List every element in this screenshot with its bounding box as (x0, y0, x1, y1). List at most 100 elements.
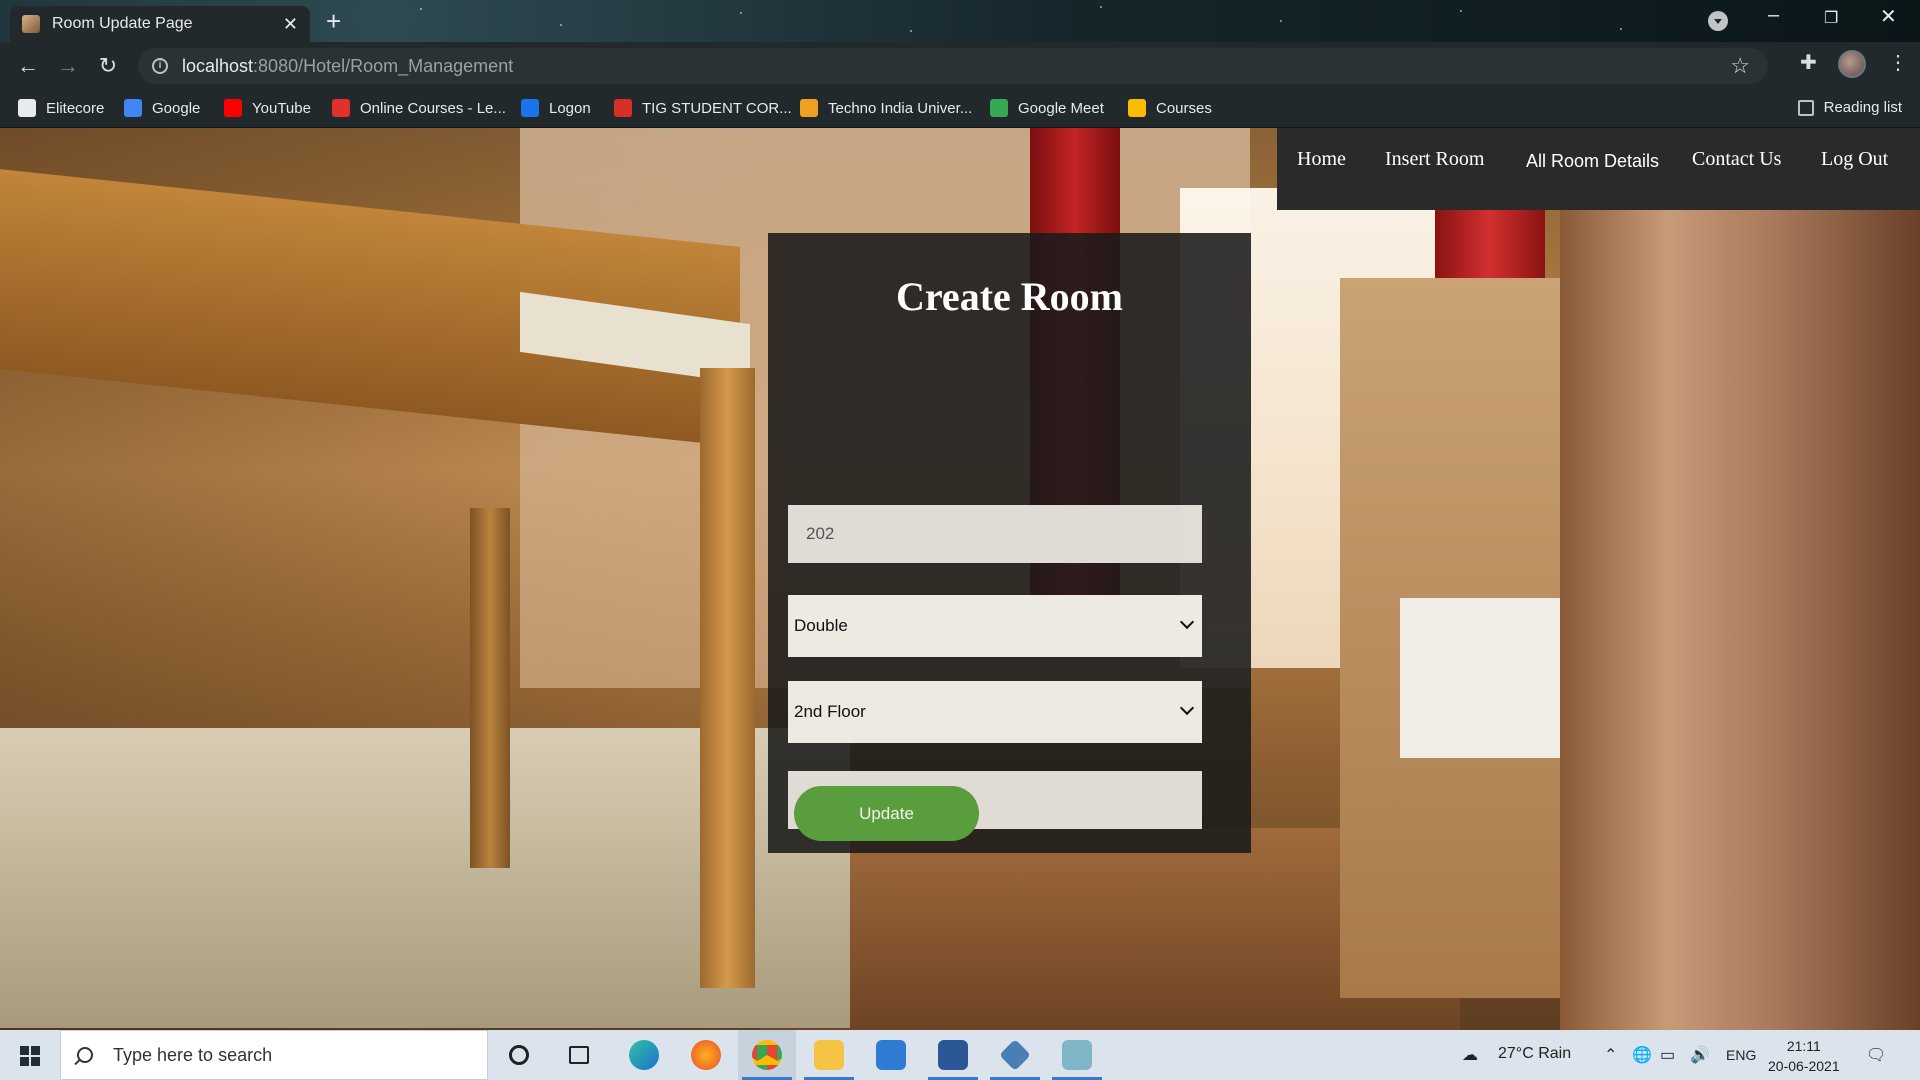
language-indicator[interactable]: ENG (1726, 1047, 1756, 1063)
extensions-puzzle-icon[interactable]: ✚ (1800, 50, 1817, 75)
background-photo-post (700, 368, 755, 988)
weather-text[interactable]: 27°C Rain (1498, 1045, 1571, 1063)
battery-icon[interactable]: ▭ (1660, 1045, 1675, 1065)
browser-tab[interactable]: Room Update Page ✕ (10, 6, 310, 42)
room-type-select[interactable]: Double (788, 595, 1202, 657)
udemy-icon (332, 99, 350, 117)
update-button[interactable]: Update (794, 786, 979, 841)
bookmark-item[interactable]: TIG STUDENT COR... (614, 99, 792, 117)
bookmark-item[interactable]: Online Courses - Le... (332, 99, 506, 117)
firefox-icon[interactable] (677, 1030, 735, 1080)
bookmark-label: YouTube (252, 99, 311, 117)
network-icon[interactable]: 🌐 (1632, 1045, 1652, 1065)
restore-icon[interactable]: ❐ (1824, 8, 1838, 28)
nav-contact-us[interactable]: Contact Us (1692, 148, 1781, 171)
youtube-icon (224, 99, 242, 117)
nav-all-room-details[interactable]: All Room Details (1526, 151, 1659, 172)
floor-select[interactable]: 2nd Floor (788, 681, 1202, 743)
nav-insert-room[interactable]: Insert Room (1385, 148, 1484, 171)
background-photo-post (470, 508, 510, 868)
search-icon (77, 1047, 93, 1063)
show-hidden-icons-icon[interactable]: ⌃ (1604, 1045, 1617, 1065)
browser-tab-strip: Room Update Page ✕ + – ❐ ✕ (0, 0, 1920, 42)
mail-icon[interactable] (862, 1030, 920, 1080)
reading-list-icon (1797, 99, 1814, 116)
weather-icon[interactable]: ☁ (1462, 1045, 1478, 1065)
bookmark-item[interactable]: Google Meet (990, 99, 1104, 117)
file-explorer-icon[interactable] (800, 1030, 858, 1080)
minimize-icon[interactable]: – (1768, 4, 1779, 27)
bookmark-label: Google (152, 99, 201, 117)
bookmark-label: Courses (1156, 99, 1212, 117)
forward-arrow-icon[interactable]: → (48, 53, 88, 79)
tig-icon (614, 99, 632, 117)
back-arrow-icon[interactable]: ← (8, 53, 48, 79)
nav-home[interactable]: Home (1297, 148, 1346, 171)
task-view-icon[interactable] (550, 1030, 608, 1080)
background-star (1460, 10, 1462, 12)
tab-search-icon[interactable] (1708, 11, 1728, 31)
university-icon (800, 99, 818, 117)
background-star (560, 24, 562, 26)
chevron-down-icon (1179, 700, 1195, 716)
edge-icon[interactable] (615, 1030, 673, 1080)
reload-icon[interactable]: ↻ (88, 53, 128, 79)
clock-date: 20-06-2021 (1768, 1058, 1840, 1074)
chrome-icon[interactable] (738, 1030, 796, 1080)
tab-title: Room Update Page (52, 15, 193, 32)
bookmark-label: Online Courses - Le... (360, 99, 506, 117)
nav-log-out[interactable]: Log Out (1821, 148, 1888, 171)
background-star (1100, 6, 1102, 8)
google-meet-icon (990, 99, 1008, 117)
bookmarks-bar: Elitecore Google YouTube Online Courses … (0, 90, 1920, 128)
bookmark-item[interactable]: Techno India Univer... (800, 99, 972, 117)
browser-toolbar: ← → ↻ i localhost:8080/Hotel/Room_Manage… (0, 42, 1920, 90)
url-path: :8080/Hotel/Room_Management (253, 55, 514, 76)
background-star (740, 12, 742, 14)
reading-list[interactable]: Reading list (1797, 99, 1902, 116)
volume-icon[interactable]: 🔊 (1690, 1045, 1710, 1065)
bookmark-item[interactable]: Logon (521, 99, 591, 117)
bookmark-label: Elitecore (46, 99, 105, 117)
windows-start-icon[interactable] (20, 1046, 40, 1066)
taskbar-search[interactable]: Type here to search (60, 1030, 488, 1080)
background-photo-wardrobe (1560, 188, 1920, 1030)
word-icon[interactable] (924, 1030, 982, 1080)
bookmark-item[interactable]: Google (124, 99, 200, 117)
notifications-icon[interactable]: 🗨 (1866, 1045, 1886, 1065)
bookmark-item[interactable]: Courses (1128, 99, 1212, 117)
bookmark-label: Techno India Univer... (828, 99, 973, 117)
close-window-icon[interactable]: ✕ (1880, 4, 1897, 29)
clock[interactable]: 21:11 20-06-2021 (1768, 1036, 1840, 1076)
background-star (910, 30, 912, 32)
hotel-favicon-icon (22, 15, 40, 33)
chrome-menu-icon[interactable]: ⋮ (1888, 50, 1908, 75)
background-star (1280, 20, 1282, 22)
cortana-icon[interactable] (490, 1030, 548, 1080)
url-host: localhost (182, 55, 254, 76)
app-icon[interactable] (1048, 1030, 1106, 1080)
bookmark-label: Logon (549, 99, 591, 117)
bookmark-star-icon[interactable]: ☆ (1730, 53, 1750, 79)
globe-icon (18, 99, 36, 117)
room-number-input[interactable] (788, 505, 1202, 563)
bookmark-item[interactable]: YouTube (224, 99, 311, 117)
profile-avatar[interactable] (1838, 50, 1866, 78)
site-nav: Home Insert Room All Room Details Contac… (1277, 128, 1920, 210)
bookmark-item[interactable]: Elitecore (18, 99, 104, 117)
room-type-value: Double (794, 616, 848, 635)
reading-list-label: Reading list (1823, 99, 1902, 116)
background-star (420, 8, 422, 10)
site-info-icon[interactable]: i (152, 58, 168, 74)
taskbar-search-placeholder: Type here to search (113, 1044, 273, 1065)
3d-viewer-icon[interactable] (986, 1030, 1044, 1080)
room-form-panel: Create Room Double 2nd Floor Update (768, 233, 1251, 853)
bookmark-label: TIG STUDENT COR... (642, 99, 792, 117)
classroom-icon (1128, 99, 1146, 117)
bookmark-label: Google Meet (1018, 99, 1104, 117)
chevron-down-icon (1179, 614, 1195, 630)
address-bar[interactable]: i localhost:8080/Hotel/Room_Management ☆ (138, 48, 1768, 84)
close-tab-icon[interactable]: ✕ (283, 14, 298, 35)
sap-icon (521, 99, 539, 117)
new-tab-icon[interactable]: + (326, 6, 341, 37)
